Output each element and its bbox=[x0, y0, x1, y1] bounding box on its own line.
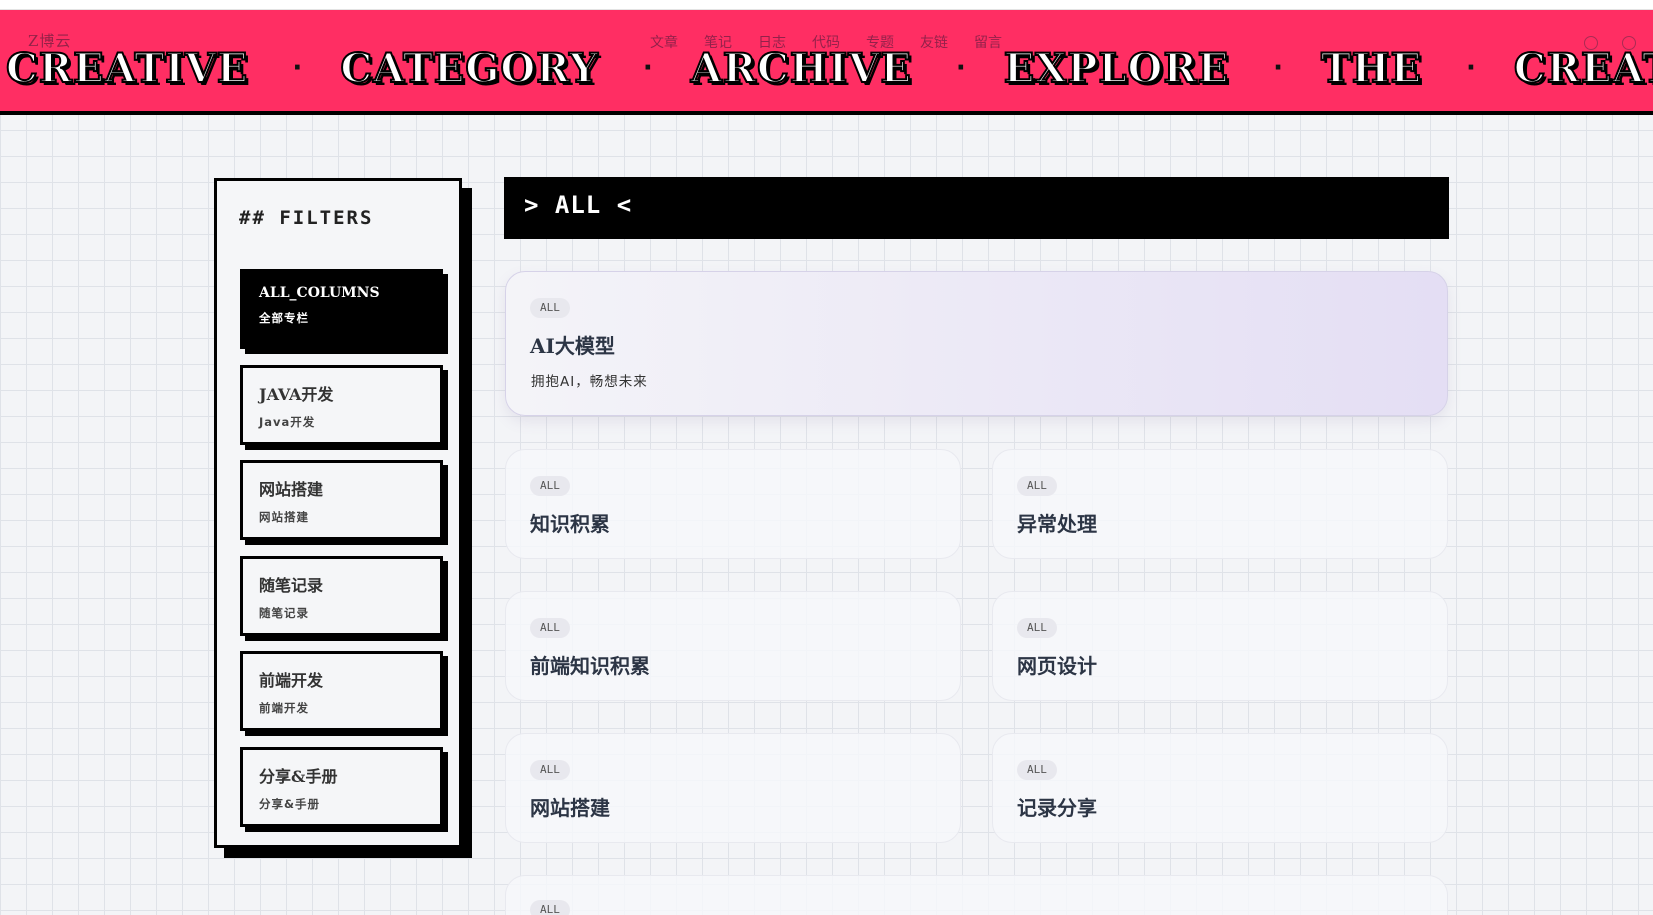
filter-label: 前端开发 bbox=[259, 671, 324, 690]
card-title: AI大模型 bbox=[530, 334, 615, 358]
filter-share[interactable]: 分享&手册 分享&手册 bbox=[240, 747, 443, 827]
marquee-word: EXPLORE bbox=[1003, 44, 1230, 93]
column-card[interactable]: ALL 网站搭建 bbox=[505, 733, 961, 843]
column-card[interactable]: ALL 知识积累 bbox=[505, 449, 961, 559]
marquee-separator: · bbox=[642, 53, 653, 83]
marquee-banner: Z博云 文章 笔记 日志 代码 专题 友链 留言 CREATIVE · CATE… bbox=[0, 10, 1653, 115]
filter-label: 随笔记录 bbox=[259, 576, 324, 595]
card-title: 网页设计 bbox=[1017, 654, 1097, 678]
card-title: 记录分享 bbox=[1017, 796, 1097, 820]
card-title: 前端知识积累 bbox=[530, 654, 650, 678]
card-title: 知识积累 bbox=[530, 512, 610, 536]
sidebar-title: ## FILTERS bbox=[239, 207, 374, 229]
filter-frontend[interactable]: 前端开发 前端开发 bbox=[240, 651, 443, 731]
card-description: 拥抱AI，畅想未来 bbox=[531, 374, 648, 390]
marquee-separator: · bbox=[955, 53, 966, 83]
filter-sublabel: 分享&手册 bbox=[259, 797, 321, 811]
marquee-separator: · bbox=[292, 53, 303, 83]
marquee-word: CATEGORY bbox=[339, 44, 599, 93]
marquee-word: THE bbox=[1320, 44, 1422, 93]
filter-label: 网站搭建 bbox=[259, 480, 324, 499]
card-badge: ALL bbox=[1017, 760, 1057, 780]
filter-sublabel: 全部专栏 bbox=[259, 311, 309, 325]
column-card[interactable]: ALL 前端知识积累 bbox=[505, 591, 961, 701]
card-badge: ALL bbox=[530, 618, 570, 638]
card-badge: ALL bbox=[530, 900, 570, 915]
filter-label: JAVA开发 bbox=[259, 385, 334, 404]
column-card[interactable]: ALL 记录分享 bbox=[992, 733, 1448, 843]
card-badge: ALL bbox=[1017, 476, 1057, 496]
card-badge: ALL bbox=[530, 298, 570, 318]
card-badge: ALL bbox=[530, 760, 570, 780]
filter-java[interactable]: JAVA开发 Java开发 bbox=[240, 365, 443, 445]
filter-sublabel: 前端开发 bbox=[259, 701, 309, 715]
card-title: 网站搭建 bbox=[530, 796, 610, 820]
card-badge: ALL bbox=[1017, 618, 1057, 638]
column-card[interactable]: ALL 网页设计 bbox=[992, 591, 1448, 701]
category-header: > ALL < bbox=[504, 177, 1449, 239]
filter-website[interactable]: 网站搭建 网站搭建 bbox=[240, 460, 443, 540]
filter-sublabel: 网站搭建 bbox=[259, 510, 309, 524]
column-card[interactable]: ALL 异常处理 bbox=[992, 449, 1448, 559]
marquee-word: ARCHIVE bbox=[690, 44, 912, 93]
filter-notes[interactable]: 随笔记录 随笔记录 bbox=[240, 556, 443, 636]
marquee-word: CREATIVE bbox=[5, 44, 249, 93]
marquee-separator: · bbox=[1466, 53, 1476, 83]
marquee-track: CREATIVE · CATEGORY · ARCHIVE · EXPLORE … bbox=[5, 38, 1653, 98]
filter-sublabel: Java开发 bbox=[259, 415, 316, 429]
marquee-separator: · bbox=[1273, 53, 1283, 83]
filter-sublabel: 随笔记录 bbox=[259, 606, 309, 620]
browser-top-strip bbox=[0, 0, 1653, 10]
category-heading: > ALL < bbox=[524, 191, 633, 219]
filter-label: ALL_COLUMNS bbox=[259, 285, 380, 301]
card-title: 异常处理 bbox=[1017, 512, 1097, 536]
column-card[interactable]: ALL AI大模型 拥抱AI，畅想未来 bbox=[505, 271, 1448, 416]
column-card[interactable]: ALL bbox=[505, 875, 1448, 915]
filter-label: 分享&手册 bbox=[259, 767, 338, 786]
filters-sidebar: ## FILTERS ALL_COLUMNS 全部专栏 JAVA开发 Java开… bbox=[214, 178, 462, 848]
marquee-word: CREATIVE bbox=[1513, 44, 1653, 93]
card-badge: ALL bbox=[530, 476, 570, 496]
filter-all-columns[interactable]: ALL_COLUMNS 全部专栏 bbox=[240, 269, 443, 349]
